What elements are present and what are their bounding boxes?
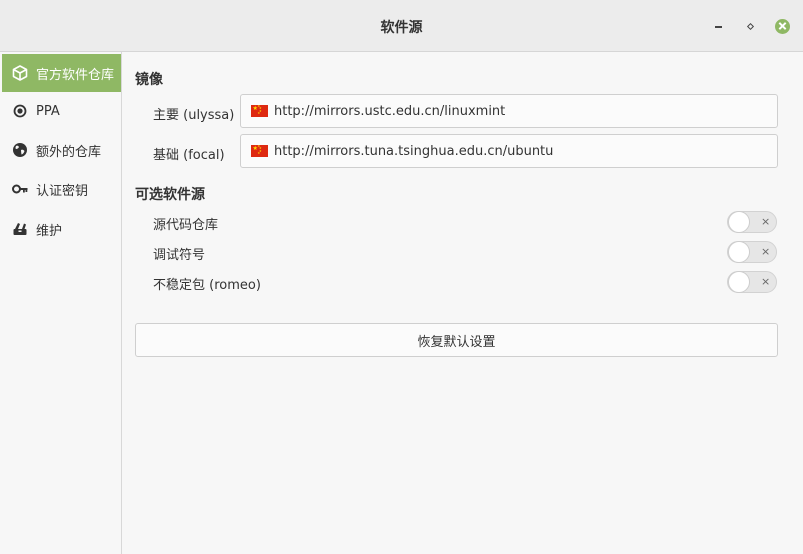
main-panel: 镜像 主要 (ulyssa) ★ ★ ★ ★ ★ http://mirrors.ustc… xyxy=(123,52,803,554)
tools-icon xyxy=(12,221,28,237)
software-sources-window: 软件源 官方软件仓库 PPA 额外的仓库 认证密钥 维护 镜像 主要 (ulys… xyxy=(0,0,803,554)
toggle-knob xyxy=(728,241,750,263)
toggle-off-icon: × xyxy=(761,275,771,288)
restore-defaults-button[interactable]: 恢复默认设置 xyxy=(135,323,778,357)
maximize-icon xyxy=(746,22,754,30)
package-icon xyxy=(12,65,28,81)
unstable-packages-toggle[interactable]: × xyxy=(727,271,777,293)
base-mirror-button[interactable]: ★ ★ ★ ★ ★ http://mirrors.tuna.tsinghua.edu.c… xyxy=(240,134,778,168)
main-mirror-button[interactable]: ★ ★ ★ ★ ★ http://mirrors.ustc.edu.cn/linuxmi… xyxy=(240,94,778,128)
globe-icon xyxy=(12,142,28,158)
debug-symbols-label: 调试符号 xyxy=(153,248,206,263)
main-mirror-url: http://mirrors.ustc.edu.cn/linuxmint xyxy=(274,103,506,119)
base-mirror-label: 基础 (focal) xyxy=(153,148,225,163)
toggle-off-icon: × xyxy=(761,245,771,258)
main-mirror-label: 主要 (ulyssa) xyxy=(153,108,235,123)
sidebar-item-label: 官方软件仓库 xyxy=(36,67,115,83)
sidebar-item-official-repositories[interactable]: 官方软件仓库 xyxy=(2,54,121,92)
source-code-label: 源代码仓库 xyxy=(153,218,219,233)
key-icon xyxy=(12,181,28,197)
window-title: 软件源 xyxy=(380,20,423,36)
close-icon xyxy=(774,18,790,34)
sidebar-item-authentication-keys[interactable]: 认证密钥 xyxy=(2,170,121,208)
sidebar-item-maintenance[interactable]: 维护 xyxy=(2,210,121,248)
toggle-knob xyxy=(728,271,750,293)
china-flag-icon: ★ ★ ★ ★ ★ xyxy=(251,105,268,117)
minimize-icon xyxy=(714,26,722,28)
source-code-toggle[interactable]: × xyxy=(727,211,777,233)
toggle-knob xyxy=(728,211,750,233)
mirrors-section-title: 镜像 xyxy=(135,72,163,88)
sidebar-item-label: 维护 xyxy=(36,223,63,239)
close-button[interactable] xyxy=(774,18,790,34)
unstable-packages-label: 不稳定包 (romeo) xyxy=(153,278,261,293)
base-mirror-url: http://mirrors.tuna.tsinghua.edu.cn/ubun… xyxy=(274,143,554,159)
sidebar: 官方软件仓库 PPA 额外的仓库 认证密钥 维护 xyxy=(0,52,122,554)
toggle-off-icon: × xyxy=(761,215,771,228)
minimize-button[interactable] xyxy=(710,18,726,34)
debug-symbols-toggle[interactable]: × xyxy=(727,241,777,263)
target-icon xyxy=(12,103,28,119)
maximize-button[interactable] xyxy=(742,18,758,34)
sidebar-item-label: PPA xyxy=(36,103,60,119)
sidebar-item-ppa[interactable]: PPA xyxy=(2,92,121,130)
optional-sources-section-title: 可选软件源 xyxy=(135,187,205,203)
china-flag-icon: ★ ★ ★ ★ ★ xyxy=(251,145,268,157)
title-bar[interactable]: 软件源 xyxy=(0,0,803,52)
sidebar-item-additional-repositories[interactable]: 额外的仓库 xyxy=(2,131,121,169)
sidebar-item-label: 认证密钥 xyxy=(36,183,89,199)
sidebar-item-label: 额外的仓库 xyxy=(36,144,102,160)
